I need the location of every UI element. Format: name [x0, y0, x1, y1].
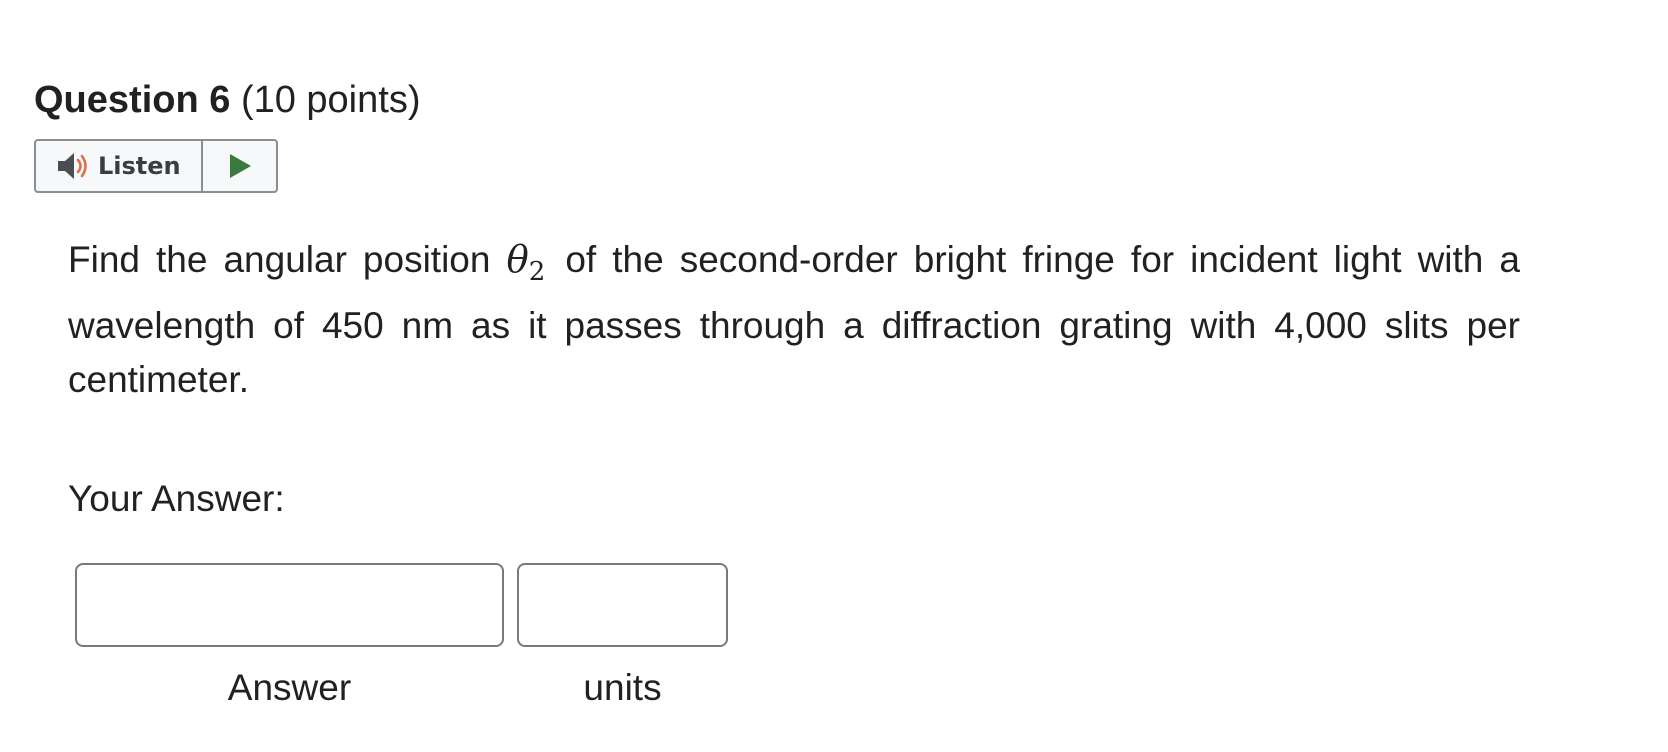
play-icon	[229, 154, 251, 178]
theta-symbol: θ	[506, 238, 529, 281]
question-text: Find the angular position θ2 of the seco…	[68, 233, 1520, 407]
units-input[interactable]	[517, 563, 728, 647]
question-points: (10 points)	[240, 79, 421, 121]
question-title: Question 6	[34, 79, 231, 121]
answer-input[interactable]	[75, 563, 504, 647]
your-answer-label: Your Answer:	[68, 478, 285, 519]
speaker-icon	[58, 153, 87, 179]
question-header: Question 6 (10 points)	[34, 72, 420, 128]
units-caption: units	[583, 667, 662, 708]
listen-button[interactable]: Listen	[36, 141, 203, 191]
read-aloud-widget: Listen	[34, 139, 278, 193]
question-text-start: Find the angular position	[68, 239, 507, 280]
play-button[interactable]	[203, 141, 276, 191]
answer-caption: Answer	[227, 667, 352, 708]
listen-label: Listen	[98, 152, 181, 180]
theta-subscript: 2	[528, 257, 546, 287]
